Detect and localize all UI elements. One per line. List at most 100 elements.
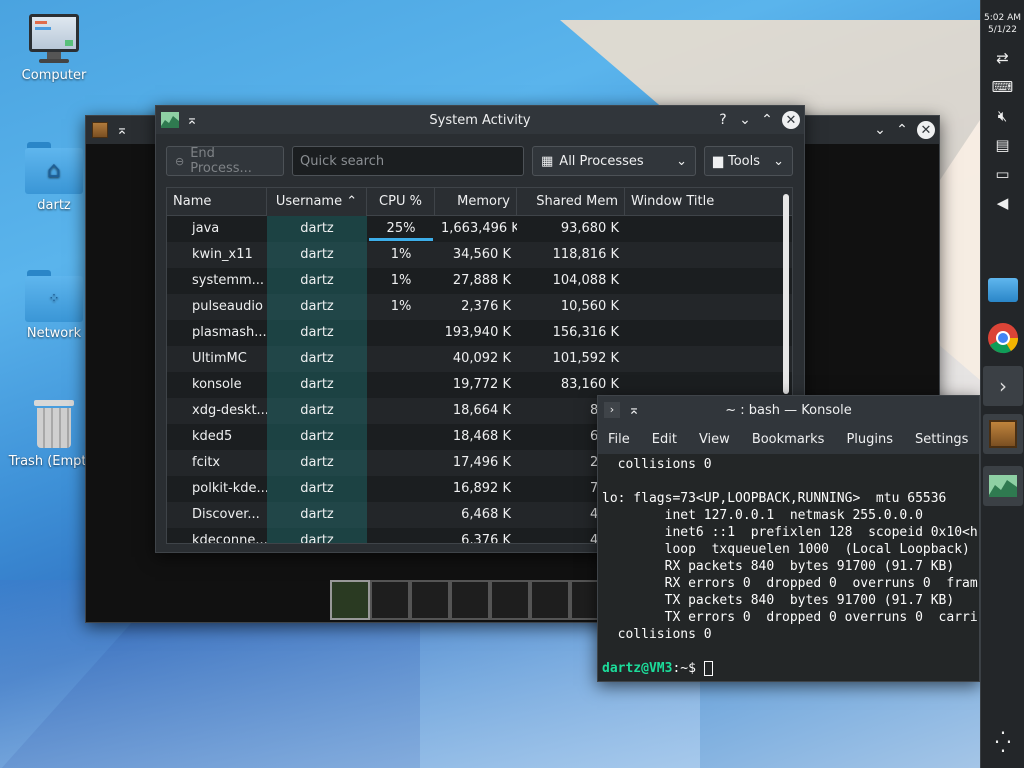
close-button[interactable]: ✕ (917, 121, 935, 139)
minecraft-icon[interactable] (983, 414, 1023, 454)
cell-win (625, 320, 775, 346)
desktop-icon-computer[interactable]: Computer (4, 14, 104, 83)
expand-arrow-icon[interactable]: ◀ (981, 189, 1024, 218)
keep-above-icon[interactable]: ⌅ (623, 399, 645, 421)
stop-icon: ⊖ (175, 154, 185, 168)
cell-user: dartz (267, 268, 367, 294)
end-process-button[interactable]: ⊖ End Process... (166, 146, 284, 176)
hotbar-slot[interactable] (410, 580, 450, 620)
menu-item[interactable]: View (699, 432, 730, 447)
system-monitor-icon[interactable] (983, 466, 1023, 506)
hotbar-slot[interactable] (370, 580, 410, 620)
menu-item[interactable]: Plugins (846, 432, 893, 447)
cell-name: plasmash... (192, 325, 267, 340)
chrome-icon[interactable] (983, 318, 1023, 358)
table-row[interactable]: plasmash... dartz 193,940 K 156,316 K (167, 320, 792, 346)
keep-above-icon[interactable]: ⌅ (181, 109, 203, 131)
menu-item[interactable]: Bookmarks (752, 432, 825, 447)
table-row[interactable]: pulseaudio dartz 1% 2,376 K 10,560 K (167, 294, 792, 320)
application-launcher-icon[interactable]: ⁛ (983, 722, 1023, 762)
cell-cpu (367, 424, 435, 450)
column-header-memory[interactable]: Memory (435, 188, 517, 216)
cell-cpu (367, 476, 435, 502)
table-row[interactable]: UltimMC dartz 40,092 K 101,592 K (167, 346, 792, 372)
tools-menu-button[interactable]: ▆ Tools ⌄ (704, 146, 793, 176)
cell-name: xdg-deskt... (192, 403, 267, 418)
column-header-cpu[interactable]: CPU % (367, 188, 435, 216)
clipboard-icon[interactable]: ▤ (981, 131, 1024, 160)
cell-cpu (367, 502, 435, 528)
process-toolbar: ⊖ End Process... Quick search ▦ All Proce… (166, 146, 794, 176)
konsole-titlebar[interactable]: › ⌅ ~ : bash — Konsole (598, 396, 979, 424)
keep-above-icon[interactable]: ⌅ (111, 119, 133, 141)
minecraft-hotbar (330, 580, 610, 622)
help-button[interactable]: ? (712, 109, 734, 131)
desktop-icon-label: Computer (21, 68, 87, 83)
maximize-button[interactable]: ⌃ (891, 119, 913, 141)
cell-shr: 10,560 K (560, 299, 619, 314)
table-row[interactable]: kwin_x11 dartz 1% 34,560 K 118,816 K (167, 242, 792, 268)
column-header-shared-mem[interactable]: Shared Mem (517, 188, 625, 216)
cell-name: systemm... (192, 273, 265, 288)
table-row[interactable]: systemm... dartz 1% 27,888 K 104,088 K (167, 268, 792, 294)
network-icon[interactable]: ⇄ (981, 44, 1024, 73)
terminal-line: inet6 ::1 prefixlen 128 scopeid 0x10<h (602, 525, 978, 540)
cell-user: dartz (267, 294, 367, 320)
menu-item[interactable]: Edit (652, 432, 677, 447)
list-icon: ▦ (541, 153, 554, 169)
cell-mem: 1,663,496 K (441, 221, 517, 236)
table-row[interactable]: java dartz 25% 1,663,496 K 93,680 K (167, 216, 792, 242)
cell-user: dartz (267, 216, 367, 242)
menu-item[interactable]: File (608, 432, 630, 447)
taskbar-panel: 5:02 AM 5/1/22 ⇄ ⌨ 🔇︎ ▤ ▭ ◀ › ⁛ (980, 0, 1024, 768)
hotbar-slot[interactable] (490, 580, 530, 620)
system-monitor-icon (159, 109, 181, 131)
window-title: System Activity (429, 112, 531, 128)
hotbar-slot[interactable] (330, 580, 370, 620)
close-button[interactable]: ✕ (782, 111, 800, 129)
tools-label: Tools (728, 153, 761, 169)
keyboard-icon[interactable]: ⌨ (981, 73, 1024, 102)
chevron-down-icon: ⌄ (773, 153, 784, 169)
minimize-button[interactable]: ⌄ (734, 109, 756, 131)
process-filter-select[interactable]: ▦ All Processes ⌄ (532, 146, 696, 176)
cell-cpu (367, 528, 435, 543)
quick-search-input[interactable]: Quick search (292, 146, 524, 176)
terminal-line: collisions 0 (602, 457, 712, 472)
hotbar-slot[interactable] (530, 580, 570, 620)
minimize-button[interactable]: ⌄ (869, 119, 891, 141)
cell-user: dartz (267, 502, 367, 528)
column-header-username[interactable]: Username ⌃ (267, 188, 367, 216)
search-placeholder: Quick search (300, 153, 385, 169)
display-icon[interactable]: ▭ (981, 160, 1024, 189)
terminal-line: inet 127.0.0.1 netmask 255.0.0.0 (602, 508, 923, 523)
cell-cpu: 1% (390, 247, 412, 262)
cell-cpu (367, 398, 435, 424)
menu-item[interactable]: Settings (915, 432, 968, 447)
dolphin-icon[interactable] (983, 270, 1023, 310)
cell-name: kwin_x11 (192, 247, 253, 262)
vertical-scrollbar[interactable] (783, 194, 789, 394)
cell-mem: 34,560 K (452, 247, 511, 262)
column-header-window-title[interactable]: Window Title (625, 188, 775, 216)
konsole-window[interactable]: › ⌅ ~ : bash — Konsole File Edit View Bookm… (597, 395, 980, 682)
terminal-line: TX errors 0 dropped 0 overruns 0 carri (602, 610, 978, 625)
clock-time: 5:02 AM (984, 13, 1021, 23)
sort-ascending-icon: ⌃ (346, 194, 358, 209)
maximize-button[interactable]: ⌃ (756, 109, 778, 131)
cell-mem: 6,468 K (461, 507, 511, 522)
hotbar-slot[interactable] (450, 580, 490, 620)
cell-win (625, 242, 775, 268)
column-header-name[interactable]: Name (167, 188, 267, 216)
digital-clock[interactable]: 5:02 AM 5/1/22 (981, 0, 1024, 36)
terminal-output[interactable]: collisions 0 lo: flags=73<UP,LOOPBACK,RU… (598, 454, 979, 683)
audio-muted-icon[interactable]: 🔇︎ (981, 102, 1024, 131)
cell-name: pulseaudio (192, 299, 263, 314)
column-header-label: Username (275, 194, 343, 209)
cell-win (625, 268, 775, 294)
system-activity-titlebar[interactable]: ⌅ System Activity ? ⌄ ⌃ ✕ (156, 106, 804, 134)
cell-shr: 156,316 K (552, 325, 619, 340)
konsole-icon[interactable]: › (983, 366, 1023, 406)
cpu-usage-bar (369, 238, 433, 241)
network-folder-icon: ⁘ (25, 270, 83, 322)
